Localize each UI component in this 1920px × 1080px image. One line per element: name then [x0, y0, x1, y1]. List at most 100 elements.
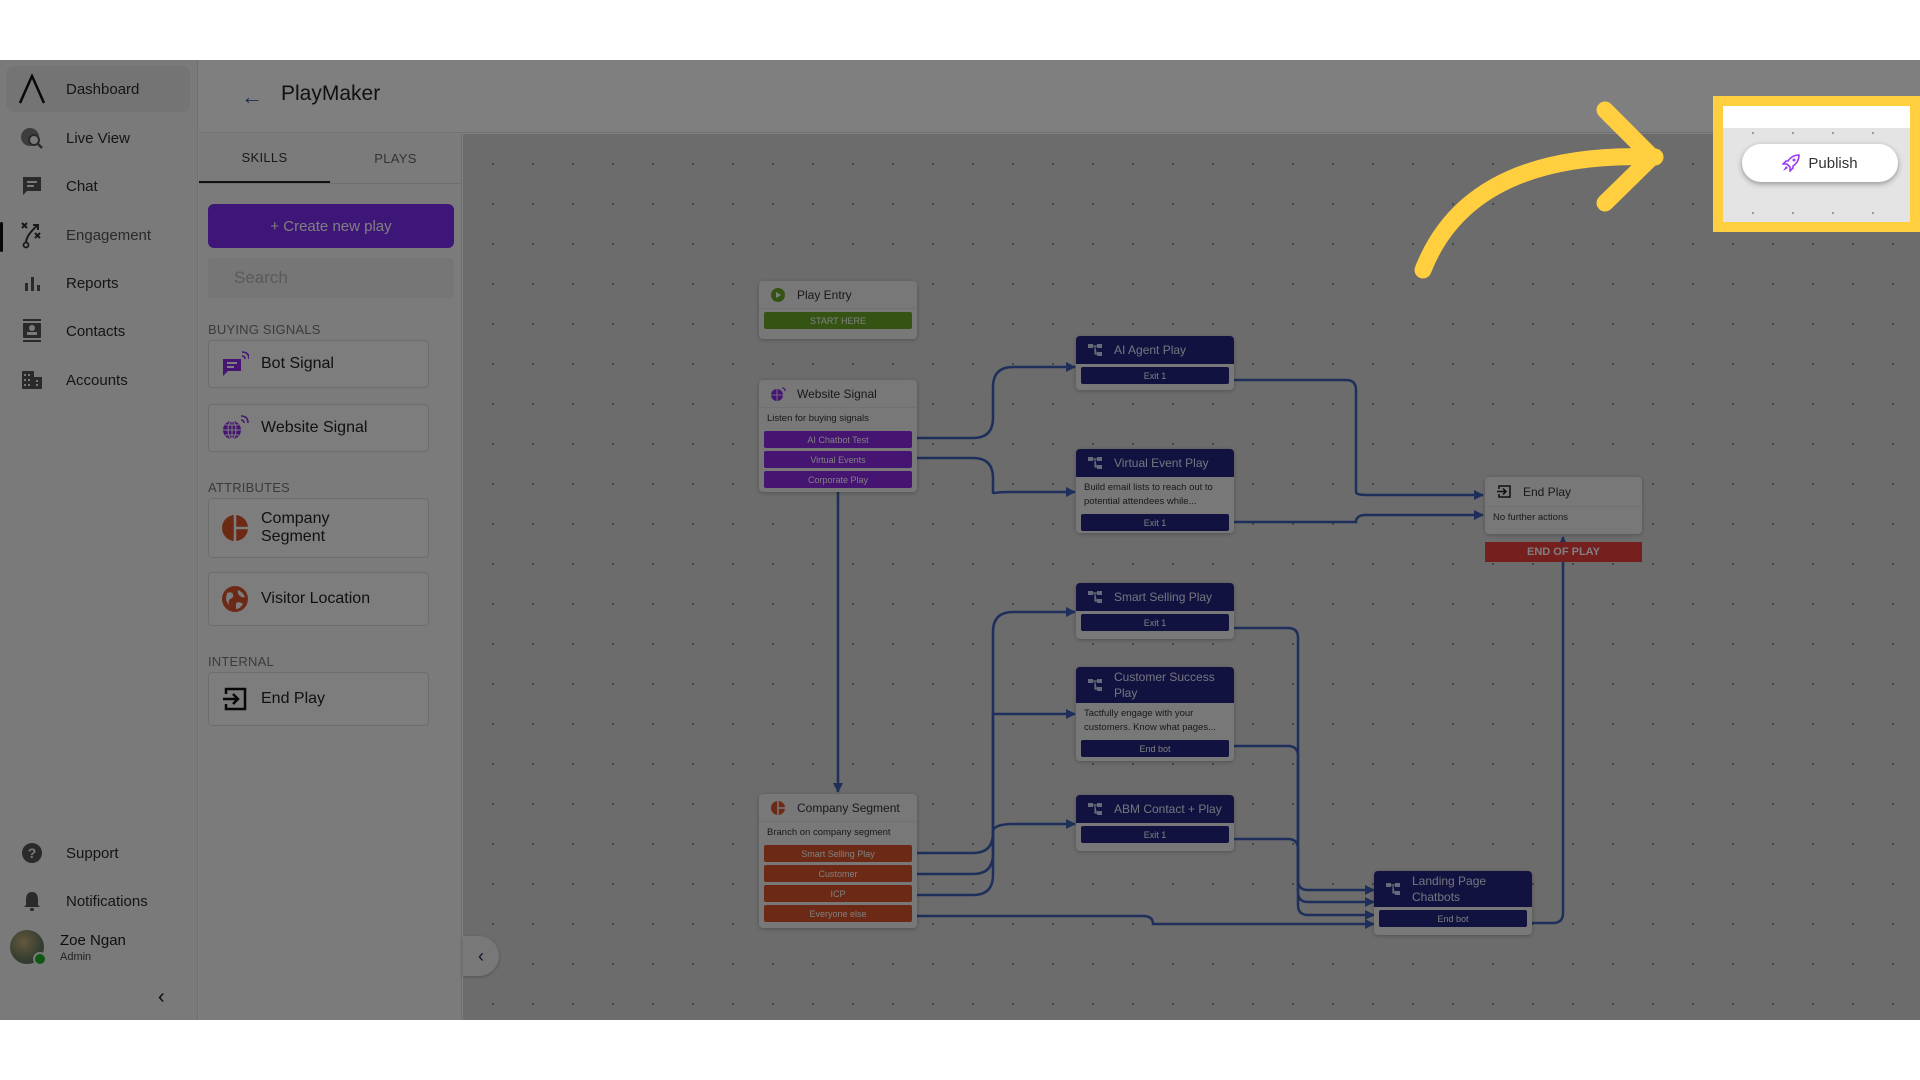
port-ai-chatbot-test[interactable]: AI Chatbot Test: [764, 431, 912, 448]
sidebar-item-live-view[interactable]: Live View: [6, 115, 190, 161]
tab-plays[interactable]: PLAYS: [330, 134, 461, 183]
user-profile[interactable]: Zoe Ngan Admin: [10, 930, 126, 966]
sidebar-item-reports[interactable]: Reports: [6, 260, 190, 306]
node-virtual-event-play[interactable]: Virtual Event Play Build email lists to …: [1076, 449, 1234, 533]
skill-company-segment[interactable]: Company Segment: [208, 498, 429, 558]
port-everyone-else[interactable]: Everyone else: [764, 905, 912, 922]
skill-label: End Play: [261, 690, 326, 707]
sidebar-item-label: Live View: [66, 129, 130, 147]
edge-landing-to-end: [1526, 536, 1568, 925]
skills-panel: SKILLS PLAYS + Create new play BUYING SI…: [199, 134, 462, 1020]
exit-icon: [1495, 485, 1513, 498]
node-ai-agent-play[interactable]: AI Agent Play Exit 1: [1076, 336, 1234, 390]
user-role: Admin: [60, 950, 92, 963]
play-icon: [769, 287, 787, 302]
sidebar-item-support[interactable]: ? Support: [6, 830, 190, 876]
skill-website-signal[interactable]: Website Signal: [208, 404, 429, 452]
flow-icon: [1384, 882, 1402, 896]
skill-visitor-location[interactable]: Visitor Location: [208, 572, 429, 626]
port-end-bot[interactable]: End bot: [1081, 740, 1229, 757]
skill-end-play[interactable]: End Play: [208, 672, 429, 726]
port-exit-1[interactable]: Exit 1: [1081, 367, 1229, 384]
sidebar-item-label: Engagement: [66, 226, 152, 244]
sidebar-item-engagement[interactable]: Engagement: [6, 212, 190, 258]
flow-icon: [1086, 343, 1104, 357]
skill-label: Website Signal: [261, 419, 368, 436]
online-status-dot: [33, 952, 47, 966]
flow-edges: [833, 282, 1568, 929]
edge-icp: [911, 819, 1076, 897]
section-title-buying-signals: BUYING SIGNALS: [208, 322, 321, 337]
node-company-segment[interactable]: Company Segment Branch on company segmen…: [759, 794, 917, 928]
company-segment-icon: [769, 800, 787, 815]
website-signal-icon: [219, 415, 251, 441]
edge-everyone-else: [911, 914, 1375, 929]
live-view-icon: [12, 126, 52, 150]
sidebar-item-label: Support: [66, 844, 119, 862]
port-exit-1[interactable]: Exit 1: [1081, 514, 1229, 531]
panel-tabs: SKILLS PLAYS: [199, 134, 461, 184]
sidebar-item-accounts[interactable]: Accounts: [6, 357, 190, 403]
sidebar-item-dashboard[interactable]: Dashboard: [6, 66, 190, 112]
port-exit-1[interactable]: Exit 1: [1081, 826, 1229, 843]
collapse-sidebar-button[interactable]: ‹: [158, 986, 165, 1009]
sidebar-item-label: Notifications: [66, 892, 148, 910]
globe-icon: [219, 585, 251, 613]
flow-canvas[interactable]: Play Entry START HERE Website Signal Lis…: [463, 134, 1920, 1020]
node-customer-success-play[interactable]: Customer Success Play Tactfully engage w…: [1076, 667, 1234, 761]
node-title: End Play: [1523, 484, 1572, 499]
edge-virtual-to-end: [1234, 510, 1484, 524]
port-corporate-play[interactable]: Corporate Play: [764, 471, 912, 488]
app-window: Dashboard Live View Chat Engagement Repo…: [0, 60, 1920, 1020]
chat-icon: [12, 175, 52, 197]
port-customer[interactable]: Customer: [764, 865, 912, 882]
sidebar-item-notifications[interactable]: Notifications: [6, 878, 190, 924]
avatar: [10, 930, 47, 966]
back-button[interactable]: ←: [241, 84, 263, 110]
port-end-bot[interactable]: End bot: [1379, 910, 1527, 927]
svg-text:?: ?: [28, 845, 37, 861]
node-landing-page-chatbots[interactable]: Landing Page Chatbots End bot: [1374, 871, 1532, 935]
skill-label: Company Segment: [261, 510, 330, 545]
node-title: Smart Selling Play: [1114, 590, 1213, 604]
create-new-play-button[interactable]: + Create new play: [208, 204, 454, 248]
skill-bot-signal[interactable]: Bot Signal: [208, 340, 429, 388]
port-smart-selling-play[interactable]: Smart Selling Play: [764, 845, 912, 862]
node-website-signal[interactable]: Website Signal Listen for buying signals…: [759, 380, 917, 492]
tab-skills[interactable]: SKILLS: [199, 134, 330, 183]
port-exit-1[interactable]: Exit 1: [1081, 614, 1229, 631]
bell-icon: [12, 890, 52, 912]
section-title-internal: INTERNAL: [208, 654, 274, 669]
edge-smart-to-landing: [1234, 626, 1375, 895]
port-virtual-events[interactable]: Virtual Events: [764, 451, 912, 468]
building-icon: [12, 370, 52, 390]
sidebar-item-chat[interactable]: Chat: [6, 163, 190, 209]
publish-button[interactable]: Publish: [1742, 144, 1898, 182]
skill-label: Visitor Location: [261, 590, 371, 607]
bar-chart-icon: [12, 275, 52, 291]
node-title: Landing Page Chatbots: [1412, 874, 1487, 904]
publish-label: Publish: [1808, 154, 1858, 172]
search-input[interactable]: [208, 258, 454, 298]
edge-cs-to-landing: [1234, 744, 1375, 907]
node-title: AI Agent Play: [1114, 343, 1187, 357]
active-marker: [0, 222, 3, 252]
skill-label: Bot Signal: [261, 355, 334, 372]
port-start-here[interactable]: START HERE: [764, 312, 912, 329]
node-smart-selling-play[interactable]: Smart Selling Play Exit 1: [1076, 583, 1234, 639]
sidebar-item-label: Accounts: [66, 371, 128, 389]
bot-signal-icon: [219, 351, 251, 377]
sidebar-item-contacts[interactable]: Contacts: [6, 308, 190, 354]
node-abm-contact-play[interactable]: ABM Contact + Play Exit 1: [1076, 795, 1234, 851]
node-play-entry[interactable]: Play Entry START HERE: [759, 281, 917, 339]
sidebar-item-label: Reports: [66, 274, 119, 292]
node-title: Website Signal: [797, 386, 877, 401]
sidebar-item-label: Chat: [66, 177, 98, 195]
port-icp[interactable]: ICP: [764, 885, 912, 902]
engagement-icon: [12, 221, 52, 249]
node-end-play[interactable]: End Play No further actions: [1485, 477, 1642, 534]
node-description: No further actions: [1493, 512, 1568, 523]
flow-icon: [1086, 456, 1104, 470]
node-description: Tactfully engage with your customers. Kn…: [1084, 708, 1217, 733]
help-icon: ?: [12, 842, 52, 864]
